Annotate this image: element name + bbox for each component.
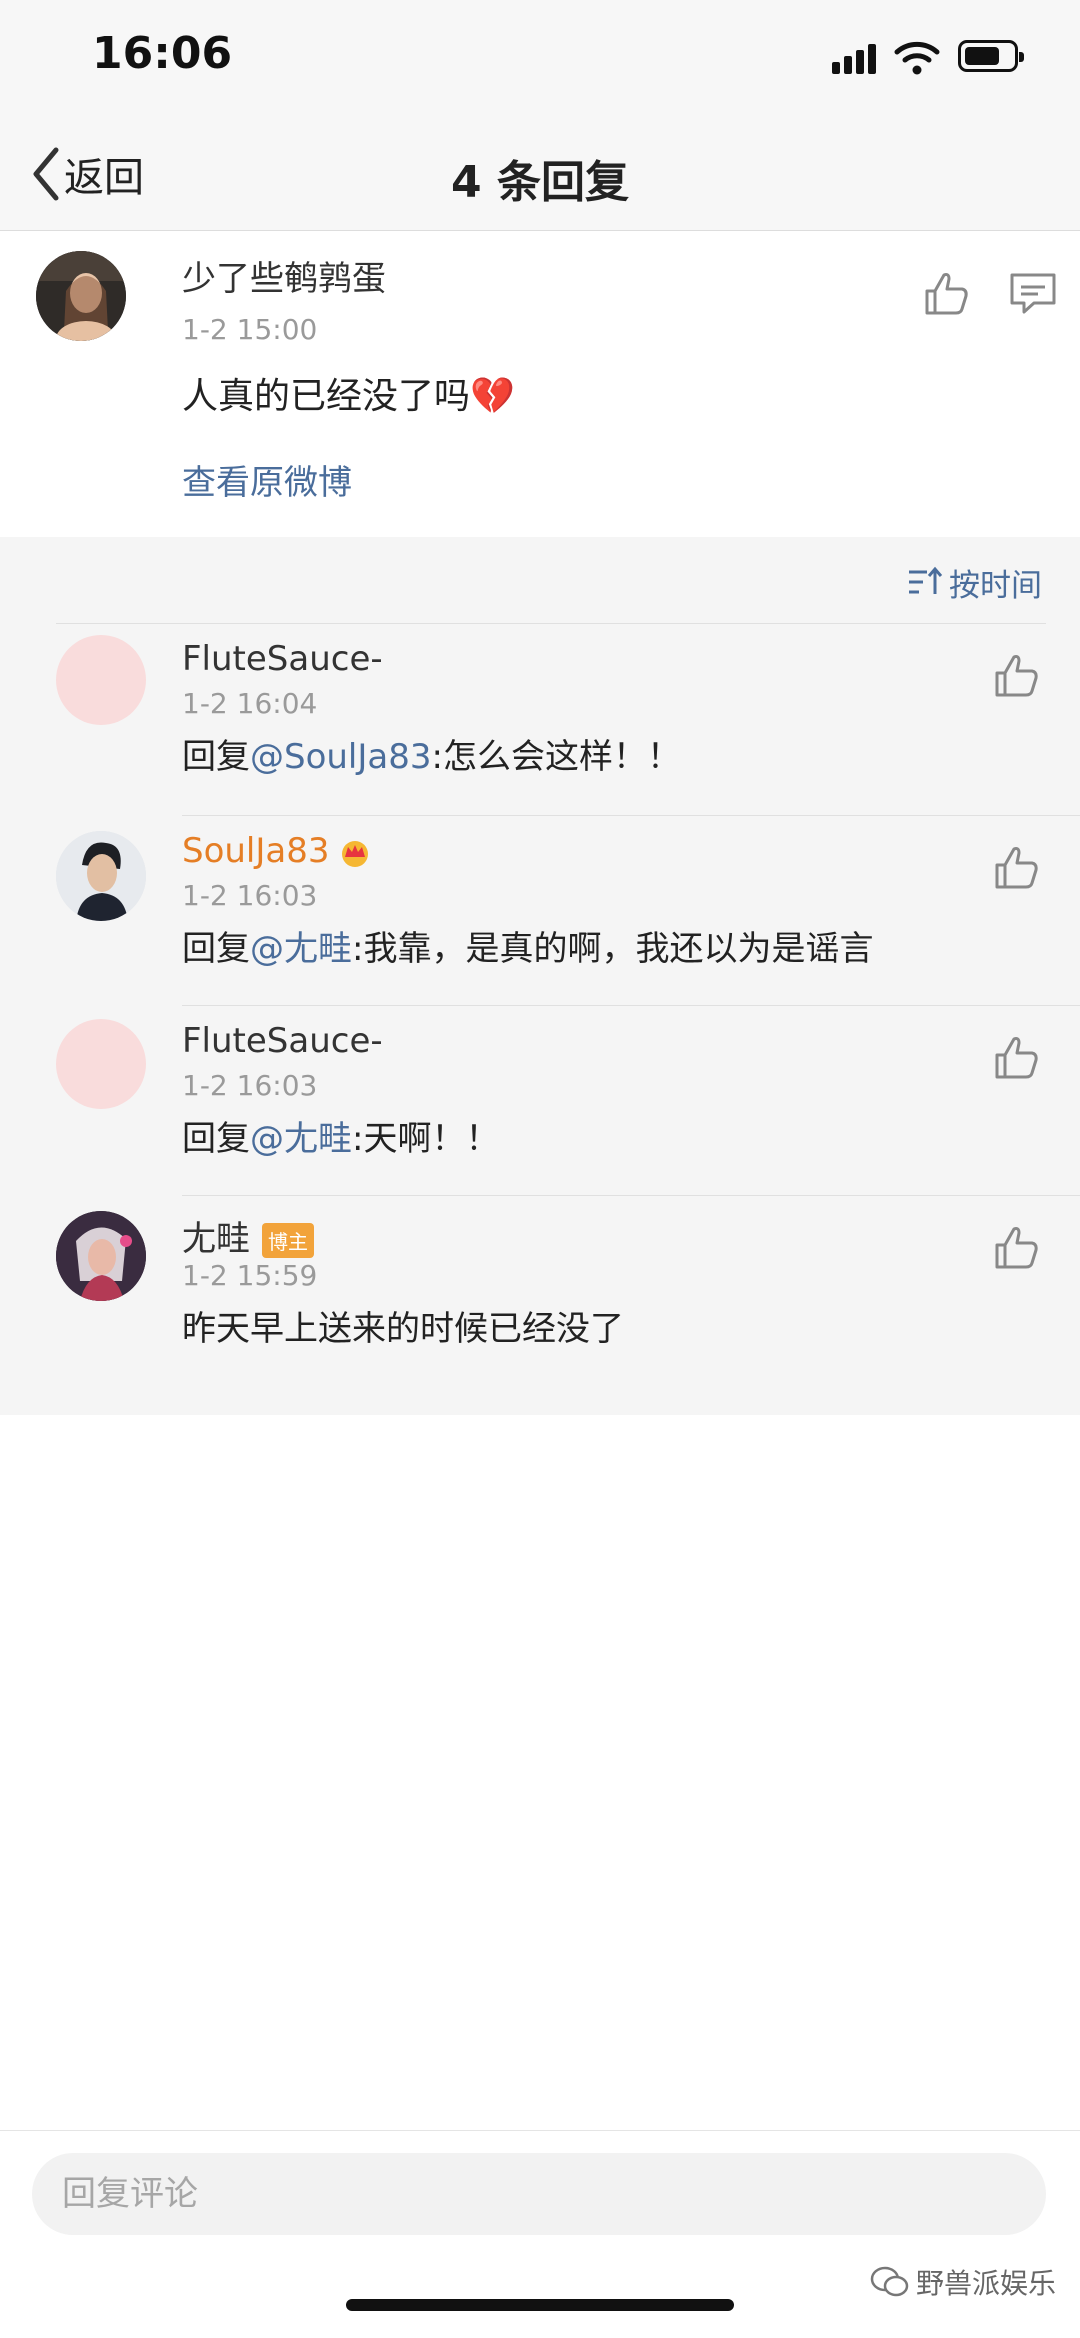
sort-label: 按时间: [949, 567, 1042, 604]
timestamp: 1-2 16:04: [182, 687, 318, 720]
like-icon[interactable]: [922, 269, 972, 319]
avatar[interactable]: [56, 1211, 146, 1301]
reply-item: FluteSauce- 1-2 16:03 回复@尢畦:天啊！！: [0, 1005, 1080, 1195]
timestamp: 1-2 16:03: [182, 879, 318, 912]
timestamp: 1-2 15:00: [182, 313, 318, 346]
avatar[interactable]: [36, 251, 126, 341]
avatar[interactable]: [56, 1019, 146, 1109]
reply-prefix: 回复: [182, 737, 250, 777]
like-icon[interactable]: [992, 1223, 1042, 1273]
username[interactable]: FluteSauce-: [182, 639, 383, 679]
author-badge: 博主: [262, 1223, 314, 1258]
like-icon[interactable]: [992, 843, 1042, 893]
home-indicator[interactable]: [346, 2299, 734, 2311]
sort-button[interactable]: 按时间: [907, 557, 1042, 607]
timestamp: 1-2 16:03: [182, 1069, 318, 1102]
avatar[interactable]: [56, 635, 146, 725]
comment-text: 人真的已经没了吗💔: [182, 367, 515, 419]
reply-input[interactable]: [32, 2153, 1046, 2235]
reply-text: 回复@尢畦:天啊！！: [182, 1111, 499, 1160]
vip-crown-icon: [341, 840, 368, 867]
like-icon[interactable]: [992, 1033, 1042, 1083]
wifi-icon: [894, 41, 940, 75]
page-title: 4 条回复: [451, 157, 629, 208]
watermark: 野兽派娱乐: [870, 2262, 1056, 2302]
username-label: SoulJa83: [182, 831, 330, 871]
reply-item: SoulJa83 1-2 16:03 回复@尢畦:我靠，是真的啊，我还以为是谣言: [0, 815, 1080, 1005]
avatar[interactable]: [56, 831, 146, 921]
reply-item: FluteSauce- 1-2 16:04 回复@SoulJa83:怎么会这样！…: [0, 623, 1080, 813]
wechat-icon: [870, 2266, 909, 2297]
reply-text: 昨天早上送来的时候已经没了: [182, 1309, 624, 1349]
reply-item: 尢畦 博主 1-2 15:59 昨天早上送来的时候已经没了: [0, 1195, 1080, 1385]
replies-section: 按时间 FluteSauce- 1-2 16:04 回复@SoulJa83:怎么…: [0, 537, 1080, 1415]
reply-text: 回复@尢畦:我靠，是真的啊，我还以为是谣言: [182, 921, 873, 970]
comment-icon[interactable]: [1008, 269, 1058, 319]
watermark-text: 野兽派娱乐: [915, 2267, 1056, 2300]
broken-heart-emoji: 💔: [470, 376, 515, 417]
original-comment: 少了些鹌鹑蛋 1-2 15:00 人真的已经没了吗💔 查看原微博: [0, 231, 1080, 537]
reply-body: :我靠，是真的啊，我还以为是谣言: [352, 929, 874, 969]
username[interactable]: FluteSauce-: [182, 1021, 383, 1061]
signal-icon: [832, 44, 878, 74]
username[interactable]: 少了些鹌鹑蛋: [182, 251, 386, 300]
status-time: 16:06: [92, 28, 233, 79]
reply-text: 回复@SoulJa83:怎么会这样！！: [182, 729, 681, 778]
nav-bar: 返回 4 条回复: [0, 120, 1080, 231]
status-bar: 16:06: [0, 0, 1080, 120]
reply-body: :怎么会这样！！: [431, 737, 681, 777]
username[interactable]: SoulJa83: [182, 831, 372, 871]
battery-icon: [958, 40, 1024, 72]
username[interactable]: 尢畦 博主: [182, 1211, 314, 1260]
mention-link[interactable]: @尢畦: [250, 1119, 352, 1159]
reply-prefix: 回复: [182, 929, 250, 969]
mention-link[interactable]: @尢畦: [250, 929, 352, 969]
reply-prefix: 回复: [182, 1119, 250, 1159]
like-icon[interactable]: [992, 651, 1042, 701]
timestamp: 1-2 15:59: [182, 1259, 318, 1292]
username-label: 尢畦: [182, 1219, 250, 1259]
reply-body: :天啊！！: [352, 1119, 500, 1159]
sort-icon: [909, 566, 943, 594]
mention-link[interactable]: @SoulJa83: [250, 737, 432, 777]
view-original-link[interactable]: 查看原微博: [182, 455, 352, 504]
comment-body: 人真的已经没了吗: [182, 376, 471, 417]
